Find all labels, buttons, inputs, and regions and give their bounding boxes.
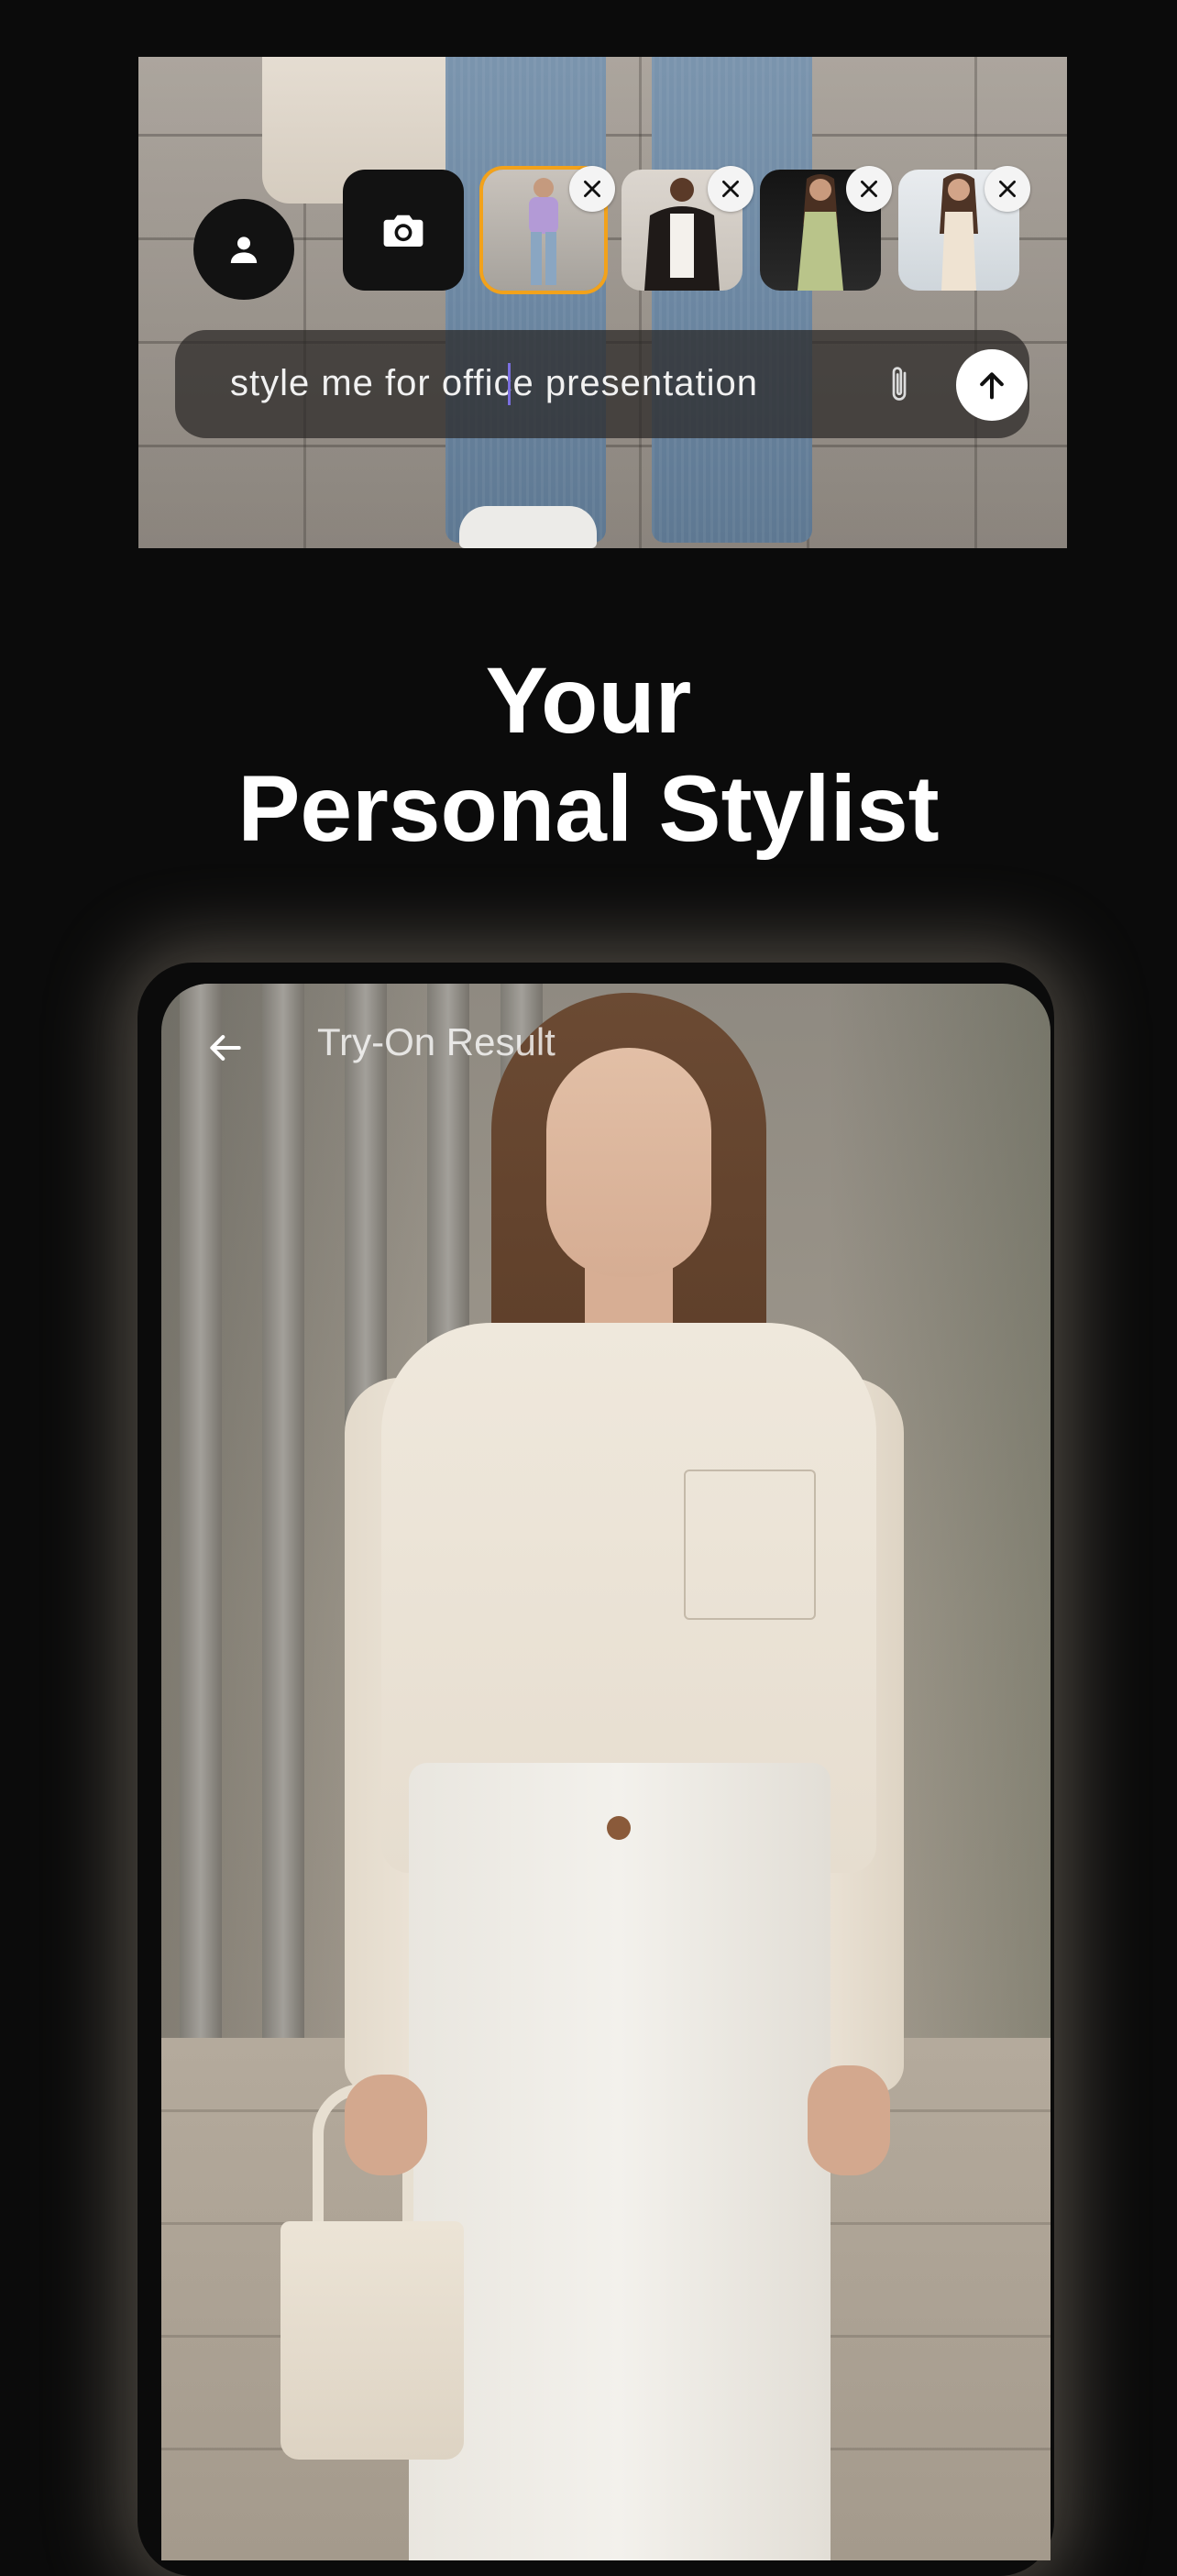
message-input[interactable]: style me for office presentation (230, 363, 826, 404)
camera-button[interactable] (343, 170, 464, 291)
remove-thumbnail-button[interactable] (846, 166, 892, 212)
paperclip-icon (892, 367, 907, 401)
remove-thumbnail-button[interactable] (708, 166, 754, 212)
camera-icon (383, 215, 424, 247)
headline-line-2: Personal Stylist (237, 756, 940, 861)
attach-button[interactable] (881, 361, 918, 407)
sneaker-image (459, 506, 597, 548)
profile-button[interactable] (193, 199, 294, 300)
arrow-up-icon (980, 372, 1004, 400)
back-button[interactable] (198, 1020, 253, 1075)
close-icon (999, 181, 1016, 197)
person-icon (230, 237, 258, 263)
chat-preview-card: style me for office presentation (138, 57, 1067, 548)
remove-thumbnail-button[interactable] (984, 166, 1030, 212)
close-icon (584, 181, 600, 197)
close-icon (861, 181, 877, 197)
headline-line-1: Your (485, 648, 692, 753)
result-title: Try-On Result (317, 1020, 556, 1063)
try-on-result-card: Try-On Result (161, 984, 1050, 2560)
outfit-thumbnail-3[interactable] (760, 166, 892, 291)
remove-thumbnail-button[interactable] (569, 166, 615, 212)
text-caret (508, 363, 511, 405)
page-headline: Your Personal Stylist (0, 646, 1177, 863)
arrow-left-icon (210, 1035, 241, 1061)
jeans-image (446, 57, 840, 543)
message-composer: style me for office presentation (175, 330, 1029, 438)
model-photo (280, 984, 904, 2560)
outfit-thumbnail-1[interactable] (483, 166, 615, 291)
send-button[interactable] (956, 349, 1028, 421)
close-icon (722, 181, 739, 197)
tote-bag (280, 2221, 464, 2460)
outfit-thumbnail-4[interactable] (898, 166, 1030, 291)
outfit-thumbnail-2[interactable] (622, 166, 754, 291)
